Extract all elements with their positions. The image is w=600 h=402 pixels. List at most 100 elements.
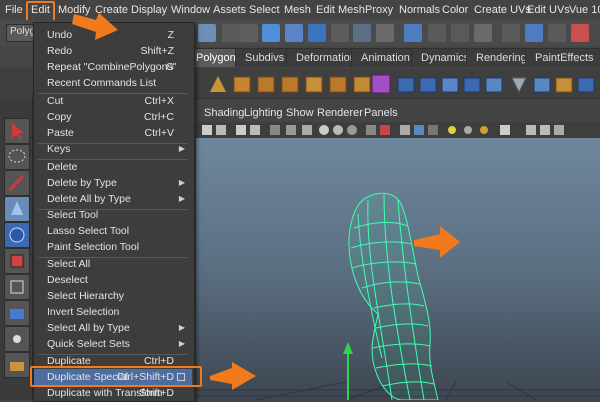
- image-plane-icon[interactable]: [250, 125, 260, 135]
- last-tool-icon[interactable]: [4, 352, 30, 378]
- plane-icon[interactable]: [305, 76, 323, 93]
- textured-icon[interactable]: [347, 125, 357, 135]
- pyramid-icon[interactable]: [210, 76, 226, 92]
- hardware-texture-icon[interactable]: [428, 125, 438, 135]
- mesh-wireframe[interactable]: [348, 192, 439, 400]
- snap-view-icon[interactable]: [308, 24, 326, 42]
- menu-item-select-hierarchy[interactable]: Select Hierarchy: [34, 288, 192, 304]
- menu-modify[interactable]: Modify: [58, 4, 90, 16]
- menu-item-quick-select-sets[interactable]: Quick Select Sets ▶: [34, 336, 192, 352]
- shadows-icon[interactable]: [380, 125, 390, 135]
- extract-icon[interactable]: [441, 77, 459, 93]
- frame-all-icon[interactable]: [526, 125, 536, 135]
- scale-tool-icon[interactable]: [4, 248, 30, 274]
- cone-icon[interactable]: [281, 76, 299, 93]
- manipulator-icon[interactable]: [4, 274, 30, 300]
- menu-assets[interactable]: Assets: [213, 4, 246, 16]
- menu-item-delete[interactable]: Delete: [34, 159, 192, 175]
- menu-item-repeat[interactable]: Repeat "CombinePolygons" G: [34, 59, 192, 75]
- menu-item-invert-selection[interactable]: Invert Selection: [34, 304, 192, 320]
- extrude-icon[interactable]: [555, 77, 573, 93]
- select-camera-icon[interactable]: [500, 125, 510, 135]
- panel-menu-lighting[interactable]: Lighting: [244, 107, 283, 119]
- magnet-red-icon[interactable]: [571, 24, 589, 42]
- frame-selected-icon[interactable]: [540, 125, 550, 135]
- ipr-icon[interactable]: [451, 24, 469, 42]
- menu-create-uvs[interactable]: Create UVs: [474, 4, 531, 16]
- panel-layout-icon[interactable]: [554, 125, 564, 135]
- lights-icon[interactable]: [366, 125, 376, 135]
- menu-item-redo[interactable]: Redo Shift+Z: [34, 43, 192, 59]
- soft-mod-icon[interactable]: [4, 300, 30, 326]
- hypershade-icon[interactable]: [502, 24, 520, 42]
- camera-icon[interactable]: [202, 125, 212, 135]
- torus-icon[interactable]: [329, 76, 347, 93]
- menu-item-select-all[interactable]: Select All: [34, 256, 192, 272]
- menu-item-select-all-by-type[interactable]: Select All by Type ▶: [34, 320, 192, 336]
- menu-item-cut[interactable]: Cut Ctrl+X: [34, 93, 192, 109]
- bookmark-icon[interactable]: [236, 125, 246, 135]
- panel-menu-shading[interactable]: Shading: [204, 107, 244, 119]
- lasso-tool-icon[interactable]: [4, 144, 30, 170]
- film-gate-icon[interactable]: [286, 125, 296, 135]
- panel-menu-panels[interactable]: Panels: [364, 107, 398, 119]
- snap-grid-icon[interactable]: [198, 24, 216, 42]
- snap-curve-icon[interactable]: [285, 24, 303, 42]
- magnet-icon[interactable]: [331, 24, 349, 42]
- menu-window[interactable]: Window: [171, 4, 210, 16]
- camera-attr-icon[interactable]: [216, 125, 226, 135]
- snap-point-icon[interactable]: [262, 24, 280, 42]
- all-lights-icon[interactable]: [480, 126, 488, 134]
- move-tool-icon[interactable]: [4, 196, 30, 222]
- mode-selector[interactable]: Polyg: [6, 24, 35, 42]
- mirror-icon[interactable]: [485, 77, 503, 93]
- boolean-icon[interactable]: [463, 77, 481, 93]
- render-icon[interactable]: [428, 24, 446, 42]
- menu-vue[interactable]: Vue 10: [569, 4, 600, 16]
- menu-edit-uvs[interactable]: Edit UVs: [527, 4, 570, 16]
- default-light-icon[interactable]: [464, 126, 472, 134]
- menu-item-paint-selection-tool[interactable]: Paint Selection Tool: [34, 239, 192, 255]
- select-tool-icon[interactable]: [4, 118, 30, 144]
- menu-item-lasso-select-tool[interactable]: Lasso Select Tool: [34, 223, 192, 239]
- prism-icon[interactable]: [353, 76, 371, 93]
- tab-animation[interactable]: Animation: [351, 48, 420, 67]
- menu-item-delete-all-by-type[interactable]: Delete All by Type ▶: [34, 191, 192, 207]
- combine-icon[interactable]: [397, 77, 415, 93]
- menu-color[interactable]: Color: [442, 4, 468, 16]
- resolution-gate-icon[interactable]: [302, 125, 312, 135]
- menu-item-paste[interactable]: Paste Ctrl+V: [34, 125, 192, 141]
- history-icon[interactable]: [353, 24, 371, 42]
- menu-create[interactable]: Create: [95, 4, 128, 16]
- menu-file[interactable]: File: [5, 4, 23, 16]
- smooth-shade-icon[interactable]: [333, 125, 343, 135]
- smooth-cube-icon[interactable]: [371, 74, 391, 94]
- panel-menu-show[interactable]: Show: [286, 107, 314, 119]
- cylinder-icon[interactable]: [257, 76, 275, 93]
- rotate-tool-icon[interactable]: [4, 222, 30, 248]
- menu-edit-mesh[interactable]: Edit Mesh: [316, 4, 365, 16]
- tab-painteffects[interactable]: PaintEffects: [525, 48, 600, 67]
- render-settings-icon[interactable]: [474, 24, 492, 42]
- append-icon[interactable]: [533, 77, 551, 93]
- outliner-icon[interactable]: [525, 24, 543, 42]
- fill-hole-icon[interactable]: [511, 77, 527, 94]
- menu-item-delete-by-type[interactable]: Delete by Type ▶: [34, 175, 192, 191]
- menu-item-select-tool[interactable]: Select Tool: [34, 207, 192, 223]
- menu-item-undo[interactable]: Undo Z: [34, 27, 192, 43]
- help-icon[interactable]: [404, 24, 422, 42]
- 3d-viewport[interactable]: [196, 138, 600, 400]
- separate-icon[interactable]: [419, 77, 437, 93]
- wireframe-icon[interactable]: [319, 125, 329, 135]
- cube-icon[interactable]: [233, 76, 251, 93]
- xray-icon[interactable]: [400, 125, 410, 135]
- menu-proxy[interactable]: Proxy: [365, 4, 393, 16]
- panel-menu-renderer[interactable]: Renderer: [317, 107, 363, 119]
- menu-normals[interactable]: Normals: [399, 4, 440, 16]
- grid-icon[interactable]: [270, 125, 280, 135]
- menu-item-recent-commands[interactable]: Recent Commands List: [34, 75, 192, 91]
- construction-icon[interactable]: [376, 24, 394, 42]
- menu-item-keys[interactable]: Keys ▶: [34, 141, 192, 157]
- show-manip-icon[interactable]: [4, 326, 30, 352]
- menu-item-deselect[interactable]: Deselect: [34, 272, 192, 288]
